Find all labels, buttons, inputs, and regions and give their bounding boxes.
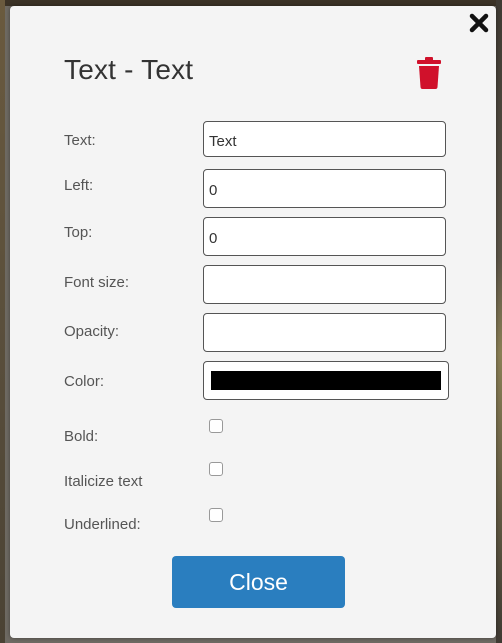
left-label: Left: (64, 177, 94, 194)
background-strip-left (0, 0, 5, 643)
italic-label: Italicize text (64, 473, 143, 490)
opacity-label: Opacity: (64, 323, 120, 340)
color-label: Color: (64, 373, 105, 390)
background-strip-right (496, 0, 502, 643)
close-x-icon[interactable] (468, 12, 490, 34)
dialog-title: Text - Text (64, 54, 194, 85)
top-input[interactable] (203, 217, 446, 256)
text-label: Text: (64, 132, 96, 149)
color-swatch (211, 371, 441, 390)
text-properties-dialog: Text - Text Text: Left: Top: Font size: … (10, 6, 496, 638)
bold-checkbox[interactable] (209, 419, 223, 433)
top-label: Top: (64, 224, 93, 241)
font-size-input[interactable] (203, 265, 446, 304)
left-input[interactable] (203, 169, 446, 208)
trash-icon[interactable] (417, 57, 441, 89)
bold-label: Bold: (64, 428, 99, 445)
underline-label: Underlined: (64, 516, 141, 533)
opacity-input[interactable] (203, 313, 446, 352)
underline-checkbox[interactable] (209, 508, 223, 522)
italic-checkbox[interactable] (209, 462, 223, 476)
font-size-label: Font size: (64, 274, 130, 291)
close-button[interactable]: Close (172, 556, 345, 608)
color-picker[interactable] (203, 361, 449, 400)
text-input[interactable] (203, 121, 446, 157)
